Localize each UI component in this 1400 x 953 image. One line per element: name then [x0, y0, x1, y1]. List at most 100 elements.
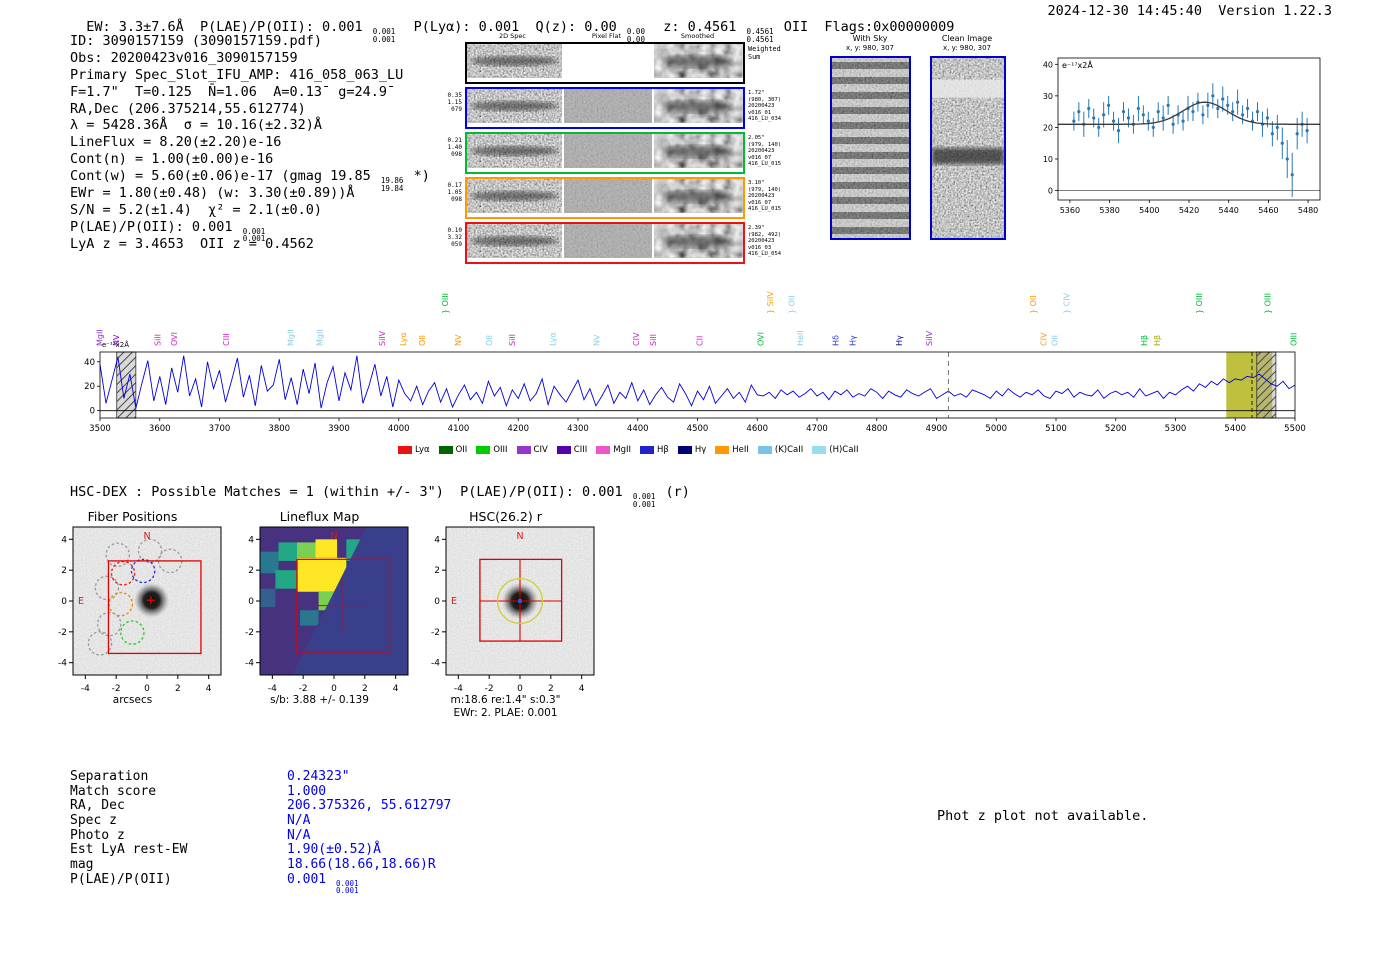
cutout-fiber-positions: -4-4-2-2002244NE [35, 523, 230, 693]
text-line: Obs: 20200423v016_3090157159 [70, 50, 430, 67]
svg-text:4: 4 [434, 535, 440, 545]
data-point [1107, 104, 1110, 107]
data-point [1077, 110, 1080, 113]
emission-line-label: Hβ [1140, 335, 1149, 346]
photz-note: Phot z plot not available. [937, 808, 1148, 824]
lineflux-caption: s/b: 3.88 +/- 0.139 [222, 694, 417, 706]
emission-line-label: NV [593, 334, 602, 346]
legend-swatch [476, 446, 490, 454]
data-point [1137, 107, 1140, 110]
legend-item: CIV [517, 445, 548, 455]
text-line: P(LAE)/P(OII): 0.001 0.0010.001 [70, 219, 430, 236]
legend-swatch [715, 446, 729, 454]
data-point [1191, 110, 1194, 113]
svg-text:4800: 4800 [866, 424, 888, 434]
emission-line-label: Hδ [832, 335, 841, 346]
hsc-cutout-title: HSC(26.2) r [408, 509, 603, 524]
summary-flags: OII Flags:0x00000009 [776, 19, 955, 35]
svg-text:-4: -4 [245, 659, 254, 669]
svg-text:5480: 5480 [1298, 206, 1318, 215]
spec2d-row-info: 1.72"(980, 307)20200423v016_01416_LU_034 [748, 90, 781, 123]
svg-text:4100: 4100 [448, 424, 470, 434]
data-point [1266, 116, 1269, 119]
emission-line-label: } OIII [1195, 293, 1204, 314]
svg-text:2: 2 [248, 566, 254, 576]
svg-text:-2: -2 [58, 628, 67, 638]
legend-item: Lyα [398, 445, 430, 455]
svg-text:4300: 4300 [567, 424, 589, 434]
emission-line-label: SiIV [925, 330, 934, 346]
svg-text:0: 0 [144, 684, 150, 693]
svg-text:30: 30 [1043, 92, 1053, 101]
match-table-label: Photo z [70, 829, 287, 844]
svg-text:0: 0 [434, 597, 440, 607]
spec2d-col-header: 2D Spec [465, 32, 560, 40]
emission-line-label: } OIII [1264, 293, 1273, 314]
spec2d-row-info: 2.39"(982, 492)20200423v016_03416_LU_054 [748, 225, 781, 258]
svg-text:5000: 5000 [985, 424, 1007, 434]
spec2d-row: 0.351.150791.72"(980, 307)20200423v016_0… [465, 87, 745, 129]
match-table-value: 1.90(±0.52)Å [287, 842, 381, 857]
cutout-lineflux-map: -4-4-2-2002244N [222, 523, 417, 693]
data-point [1162, 116, 1165, 119]
legend-label: CIV [534, 445, 548, 455]
spec2d-image [467, 89, 562, 123]
svg-text:5440: 5440 [1219, 206, 1239, 215]
text-line: RA,Dec (206.375214,55.612774) [70, 101, 430, 118]
legend-label: Lyα [415, 445, 430, 455]
emission-line-label: } CIV [1062, 292, 1071, 314]
data-point [1236, 101, 1239, 104]
spec2d-col-header: Pixel Flat [562, 32, 651, 40]
report-timestamp: 2024-12-30 14:45:40 Version 1.22.3 [1048, 3, 1332, 19]
legend-swatch [640, 446, 654, 454]
spec2d-row: 0.211.400982.05"(979, 140)20200423v016_0… [465, 132, 745, 174]
svg-text:3700: 3700 [209, 424, 231, 434]
match-table-label: Est LyA rest-EW [70, 843, 287, 858]
match-table-row: Spec zN/A [70, 814, 451, 829]
data-point [1117, 129, 1120, 132]
smoothed-image [654, 179, 743, 213]
legend-item: (K)CaII [758, 445, 803, 455]
cutout-hsc-r: -4-4-2-2002244NE [408, 523, 603, 693]
emission-line-label: } SiIV [766, 291, 775, 314]
data-point [1291, 173, 1294, 176]
data-point [1092, 116, 1095, 119]
spec2d-row-weights: 0.351.15079 [436, 92, 462, 114]
svg-text:5200: 5200 [1105, 424, 1127, 434]
data-point [1241, 113, 1244, 116]
match-table-value: 0.001 [287, 872, 334, 887]
match-table-label: Spec z [70, 814, 287, 829]
text-line: F=1.7" T=0.125 N̄=1.06 A=0.13̄ g=24.9̄ [70, 84, 430, 101]
text-line: λ = 5428.36Å σ = 10.16(±2.32)Å [70, 117, 430, 134]
svg-text:4500: 4500 [687, 424, 709, 434]
text-line: Cont(n) = 1.00(±0.00)e-16 [70, 151, 430, 168]
spec2d-image [467, 134, 562, 168]
match-table-value: 1.000 [287, 784, 326, 799]
emission-line-label: } OIII [441, 293, 450, 314]
compass-north-label: N [516, 531, 523, 542]
hscdex-header: HSC-DEX : Possible Matches = 1 (within +… [70, 484, 690, 508]
svg-text:5380: 5380 [1099, 206, 1119, 215]
svg-text:-4: -4 [268, 684, 277, 693]
match-table-label: RA, Dec [70, 799, 287, 814]
text-line: Primary Spec_Slot_IFU_AMP: 416_058_063_L… [70, 67, 430, 84]
detection-info-block: ID: 3090157159 (3090157159.pdf)Obs: 2020… [70, 33, 430, 253]
svg-text:5360: 5360 [1060, 206, 1080, 215]
legend-swatch [398, 446, 412, 454]
data-point [1157, 110, 1160, 113]
emission-line-label: SiII [649, 334, 658, 346]
emission-line-label: HeII [796, 330, 805, 346]
svg-text:2: 2 [175, 684, 181, 693]
text-line: HSC-DEX : Possible Matches = 1 (within +… [70, 484, 690, 508]
svg-text:-2: -2 [112, 684, 121, 693]
legend-swatch [439, 446, 453, 454]
data-point [1142, 113, 1145, 116]
svg-text:10: 10 [1043, 155, 1053, 164]
spec2d-row-weights: 0.103.32059 [436, 227, 462, 249]
data-point [1231, 110, 1234, 113]
legend-item: Hγ [678, 445, 706, 455]
legend-label: CIII [574, 445, 587, 455]
data-point [1256, 110, 1259, 113]
spectrum-legend: LyαOIIOIIICIVCIIIMgIIHβHγHeII(K)CaII(H)C… [398, 445, 858, 455]
data-point [1181, 120, 1184, 123]
